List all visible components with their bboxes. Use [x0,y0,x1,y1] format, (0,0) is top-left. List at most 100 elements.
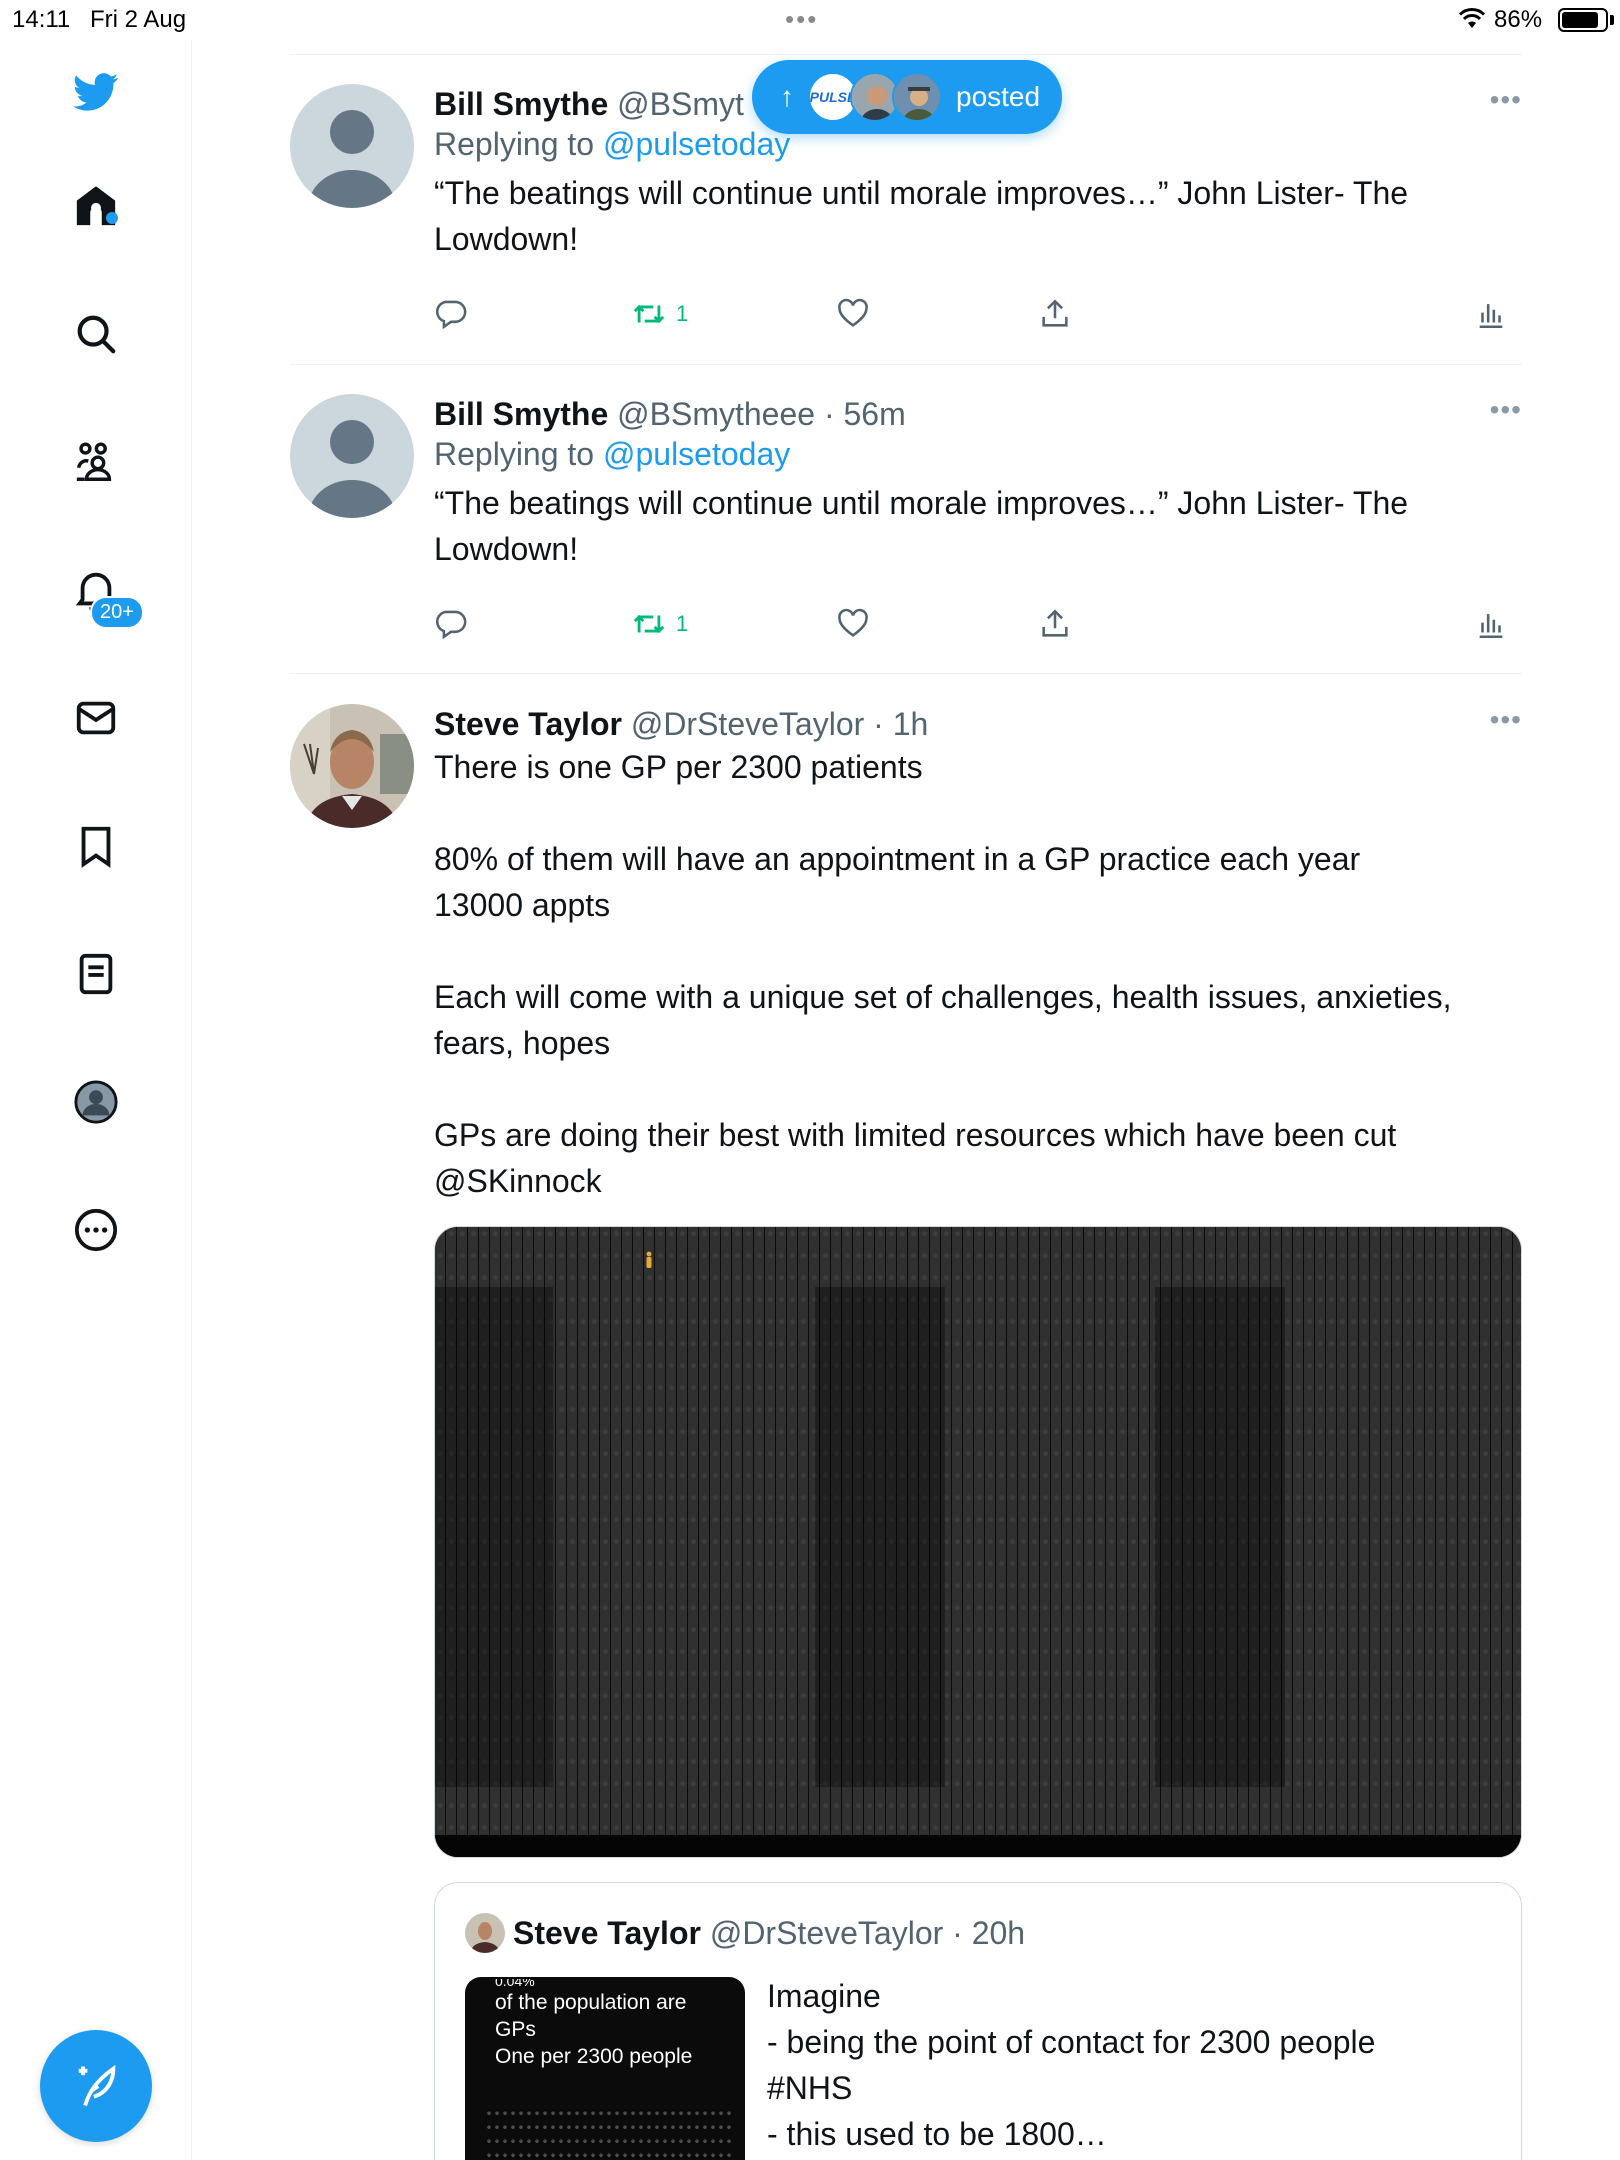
reply-icon [435,300,467,330]
retweet-icon [633,304,665,324]
share-button[interactable] [1038,294,1072,334]
tweet-text: “The beatings will continue until morale… [434,175,1409,257]
reply-icon [435,610,467,640]
thumbnail-text: 0.04% of the population are GPs One per … [495,1979,692,2070]
retweet-count: 1 [676,611,689,636]
timeline-divider [290,54,1522,55]
more-icon[interactable] [70,1204,122,1256]
grid-shade [1155,1287,1285,1787]
tweet-actions: 1 [434,294,1522,334]
reply-button[interactable] [434,294,468,334]
avatar[interactable] [290,84,414,208]
retweet-icon [633,614,665,634]
tweet-text: There is one GP per 2300 patients 80% of… [434,749,1452,1153]
tweet-text: “The beatings will continue until morale… [434,485,1409,567]
multitasking-dots-icon[interactable]: ••• [785,4,818,35]
retweet-count: 1 [676,301,689,326]
wifi-icon [1458,8,1486,28]
replying-to: Replying to @pulsetoday [434,434,1522,474]
media-bottom-band [435,1835,1521,1857]
tweet-header: Steve Taylor @DrSteveTaylor · 1h [434,704,1522,744]
pill-avatars: PULSE [808,72,942,122]
tweet-time[interactable]: · 20h [952,1915,1025,1951]
avatar[interactable] [290,394,414,518]
feather-plus-icon [78,2064,116,2107]
status-time: 14:11 [12,6,71,33]
mention-link[interactable]: @SKinnock [434,1158,1522,1204]
search-icon[interactable] [70,308,122,360]
author-handle[interactable]: @BSmytheee [617,396,815,432]
heart-icon [838,298,868,327]
author-name[interactable]: Bill Smythe [434,396,608,432]
timeline-divider [290,673,1522,674]
more-options-icon[interactable]: ••• [1490,704,1522,736]
battery-cap [1610,15,1614,25]
tweet-time[interactable]: · 56m [824,396,906,432]
communities-icon[interactable] [70,436,122,488]
author-handle[interactable]: @BSmyt [617,86,744,122]
replying-to-link[interactable]: @pulsetoday [603,436,790,472]
share-icon [1042,609,1068,637]
default-avatar-icon [308,110,396,208]
pill-label: posted [956,81,1041,112]
author-name[interactable]: Steve Taylor [513,1915,701,1951]
home-icon[interactable] [70,180,122,232]
share-icon [1042,299,1068,327]
battery-icon [1558,8,1608,32]
thumbnail-text-top: 0.04% [495,1979,535,1989]
home-unread-dot [106,212,118,224]
thumbnail-caption: of the population are GPs One per 2300 p… [495,1991,693,2068]
author-handle[interactable]: @DrSteveTaylor [710,1915,943,1951]
arrow-up-icon: ↑ [780,81,794,112]
author-name[interactable]: Steve Taylor [434,706,622,742]
status-date: Fri 2 Aug [90,6,187,33]
tweet[interactable]: Steve Taylor @DrSteveTaylor · 1h There i… [290,704,1522,1224]
analytics-icon [1479,614,1503,639]
tweet-time[interactable]: · 1h [873,706,928,742]
retweet-button[interactable]: 1 [632,604,688,644]
quoted-tweet[interactable]: Steve Taylor @DrSteveTaylor · 20h 0.04% … [434,1882,1522,2160]
retweet-button[interactable]: 1 [632,294,688,334]
grid-shade [815,1287,945,1787]
new-posts-pill[interactable]: ↑ PULSE posted [752,60,1062,134]
heart-icon [838,608,868,637]
timeline-divider [290,364,1522,365]
sidebar-nav: 20+ [0,40,192,2160]
grid-shade [435,1287,553,1787]
author-name[interactable]: Bill Smythe [434,86,608,122]
battery-percent: 86% [1494,6,1543,33]
more-options-icon[interactable]: ••• [1490,394,1522,426]
reply-button[interactable] [434,604,468,644]
avatar[interactable] [465,1913,505,1953]
analytics-icon [1479,304,1503,329]
twitter-logo-icon[interactable] [70,66,122,118]
analytics-button[interactable] [1474,294,1508,334]
notifications-badge: 20+ [90,596,144,629]
more-options-icon[interactable]: ••• [1490,84,1522,116]
tweet[interactable]: Bill Smythe @BSmytheee · 56m Replying to… [290,394,1522,634]
people-grid [485,2109,735,2160]
bookmarks-icon[interactable] [70,820,122,872]
tweet-media-image[interactable] [434,1226,1522,1858]
avatar [892,72,942,122]
messages-icon[interactable] [70,692,122,744]
quoted-tweet-text: Imagine - being the point of contact for… [767,1978,1376,2152]
profile-icon[interactable] [70,1076,122,1128]
author-handle[interactable]: @DrSteveTaylor [631,706,864,742]
avatar[interactable] [290,704,414,828]
replying-to-link[interactable]: @pulsetoday [603,126,790,162]
status-bar: 14:11 Fri 2 Aug ••• 86% [0,0,1620,40]
like-button[interactable] [836,294,870,334]
quoted-tweet-header: Steve Taylor @DrSteveTaylor · 20h [513,1913,1025,1953]
tweet-actions: 1 [434,604,1522,644]
like-button[interactable] [836,604,870,644]
highlighted-person-icon [646,1251,652,1268]
default-avatar-icon [308,420,396,518]
quoted-media-thumbnail[interactable]: 0.04% of the population are GPs One per … [465,1977,745,2160]
steve-taylor-avatar [290,704,414,828]
analytics-button[interactable] [1474,604,1508,644]
replying-label: Replying to [434,436,603,472]
lists-icon[interactable] [70,948,122,1000]
compose-tweet-button[interactable] [40,2030,152,2142]
share-button[interactable] [1038,604,1072,644]
